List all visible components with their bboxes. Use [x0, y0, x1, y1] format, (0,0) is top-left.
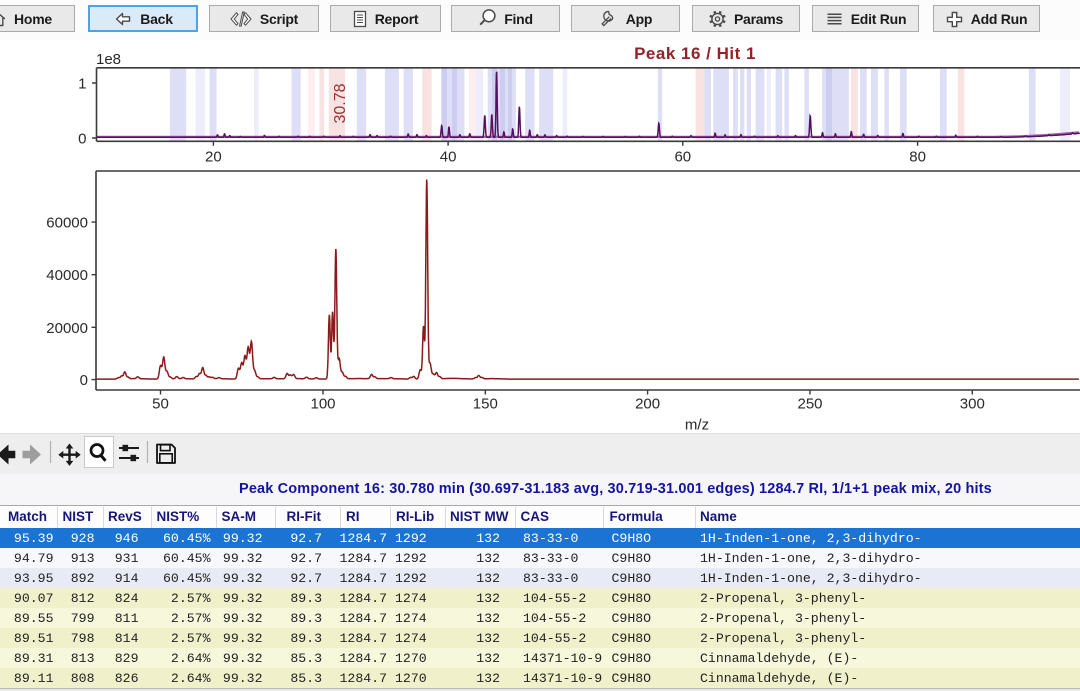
svg-text:20: 20: [205, 149, 222, 166]
svg-text:60: 60: [674, 149, 691, 166]
svg-text:30.78: 30.78: [332, 83, 349, 123]
svg-text:1e8: 1e8: [96, 51, 121, 68]
svg-text:200: 200: [635, 396, 660, 413]
svg-text:50: 50: [152, 396, 169, 413]
svg-text:40000: 40000: [46, 267, 88, 284]
svg-text:0: 0: [78, 131, 86, 148]
svg-text:300: 300: [960, 396, 985, 413]
svg-text:250: 250: [797, 396, 822, 413]
svg-text:20000: 20000: [46, 320, 88, 337]
svg-text:100: 100: [310, 396, 335, 413]
svg-text:60000: 60000: [46, 215, 88, 232]
svg-text:40: 40: [440, 149, 457, 166]
svg-text:1: 1: [78, 76, 86, 93]
svg-text:150: 150: [473, 396, 498, 413]
svg-text:Peak 16 / Hit 1: Peak 16 / Hit 1: [634, 44, 756, 63]
svg-text:m/z: m/z: [685, 417, 709, 434]
svg-text:0: 0: [80, 372, 88, 389]
svg-text:80: 80: [909, 149, 926, 166]
